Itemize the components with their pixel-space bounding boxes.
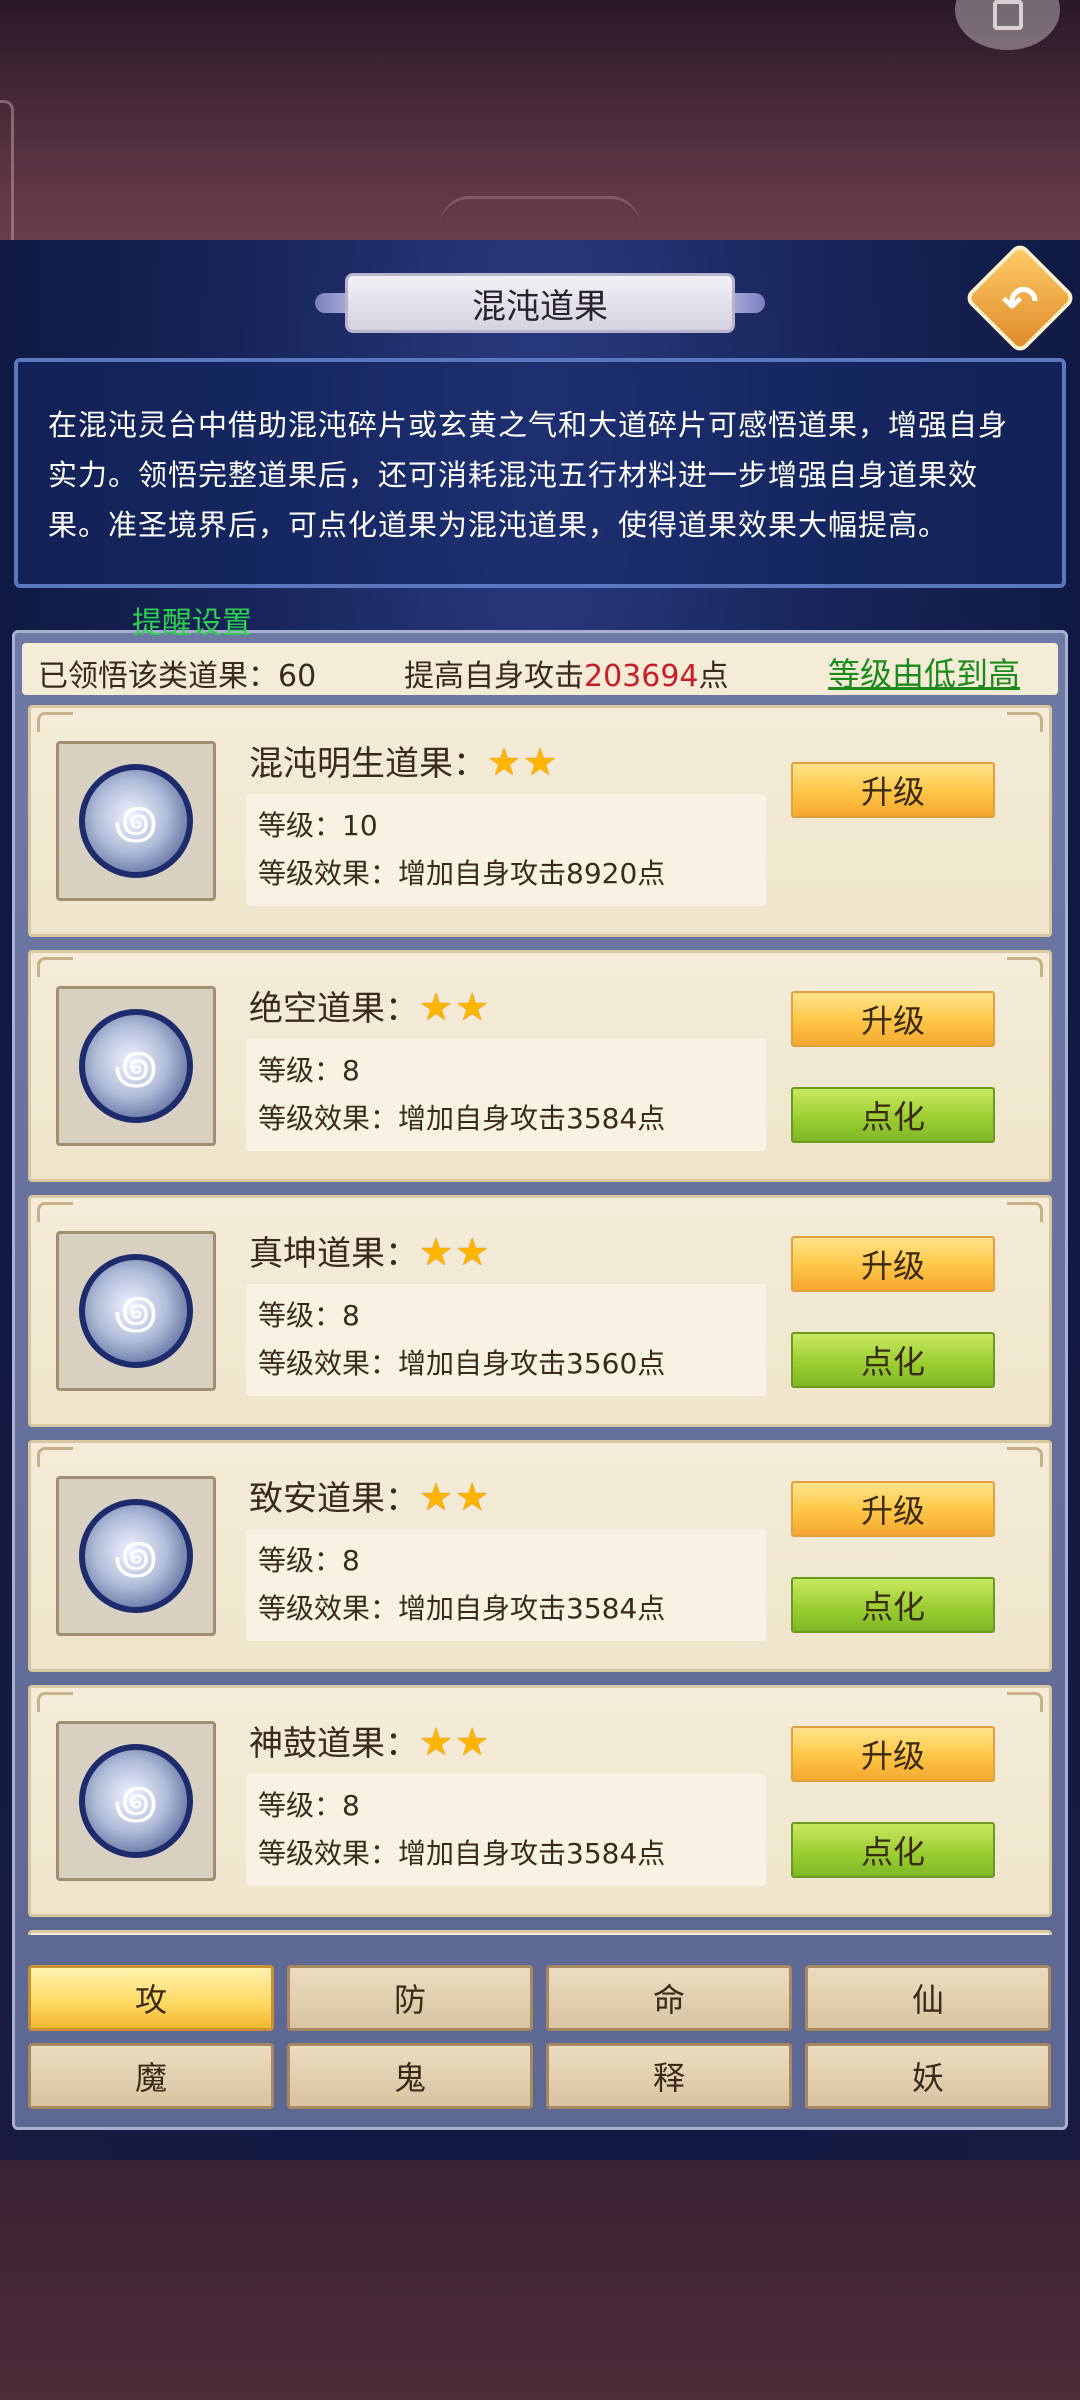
card-corner-ornament [1007,1447,1043,1467]
card-corner-ornament [1007,957,1043,977]
card-corner-ornament [37,1447,73,1467]
refine-button[interactable]: 点化 [791,1332,995,1388]
dao-fruit-orb-icon: ꩜ [79,1499,193,1613]
side-pull-tab[interactable] [0,100,14,250]
item-level: 等级：8 [258,1789,360,1822]
card-corner-ornament [37,957,73,977]
card-corner-ornament [37,1692,73,1712]
item-name-text: 混沌明生道果： [249,744,487,784]
item-name-text: 真坤道果： [249,1234,419,1274]
item-level: 等级：8 [258,1299,360,1332]
tab-fiend[interactable]: 妖 [805,2043,1051,2109]
category-tabs: 攻 防 命 仙 魔 鬼 释 妖 [28,1965,1052,2115]
refine-button[interactable]: 点化 [791,1822,995,1878]
star-rating-icon: ★★ [419,985,492,1029]
list-item: ꩜ 混沌明生道果：★★ 等级：10 等级效果：增加自身攻击8920点 升级 [28,705,1052,937]
list-item: ꩜ 致安道果：★★ 等级：8 等级效果：增加自身攻击3584点 升级 点化 [28,1440,1052,1672]
item-name: 致安道果：★★ [249,1471,491,1520]
list-item: ꩜ 真坤道果：★★ 等级：8 等级效果：增加自身攻击3560点 升级 点化 [28,1195,1052,1427]
learned-count: 已领悟该类道果：60 [38,659,317,694]
item-name-text: 神鼓道果： [249,1724,419,1764]
upgrade-button[interactable]: 升级 [791,991,995,1047]
item-info: 等级：10 等级效果：增加自身攻击8920点 [246,794,766,906]
item-name: 神鼓道果：★★ [249,1716,491,1765]
item-effect: 等级效果：增加自身攻击8920点 [258,857,666,890]
item-icon-frame[interactable]: ꩜ [56,1721,216,1881]
refine-button[interactable]: 点化 [791,1087,995,1143]
page-title: 混沌道果 [345,273,735,333]
item-name-text: 绝空道果： [249,989,419,1029]
list-item: ꩜ 神鼓道果：★★ 等级：8 等级效果：增加自身攻击3584点 升级 点化 [28,1685,1052,1917]
item-effect: 等级效果：增加自身攻击3560点 [258,1347,666,1380]
attack-bonus: 提高自身攻击203694点 [404,651,729,695]
refine-button[interactable]: 点化 [791,1577,995,1633]
back-arrow-icon[interactable]: ↶ [988,270,1052,334]
item-level: 等级：10 [258,809,378,842]
item-icon-frame[interactable]: ꩜ [56,1476,216,1636]
stats-bar: 已领悟该类道果：60 提高自身攻击203694点 等级由低到高 [22,643,1058,695]
top-ornament [440,196,640,226]
attack-bonus-prefix: 提高自身攻击 [404,659,584,694]
description-box: 在混沌灵台中借助混沌碎片或玄黄之气和大道碎片可感悟道果，增强自身实力。领悟完整道… [14,358,1066,588]
sort-order-link[interactable]: 等级由低到高 [828,649,1020,695]
dao-fruit-orb-icon: ꩜ [79,1254,193,1368]
item-level: 等级：8 [258,1544,360,1577]
item-name: 绝空道果：★★ [249,981,491,1030]
item-effect: 等级效果：增加自身攻击3584点 [258,1837,666,1870]
tab-demon[interactable]: 魔 [28,2043,274,2109]
upgrade-button[interactable]: 升级 [791,762,995,818]
tab-attack[interactable]: 攻 [28,1965,274,2031]
star-rating-icon: ★★ [419,1720,492,1764]
tab-immortal[interactable]: 仙 [805,1965,1051,2031]
dao-fruit-orb-icon: ꩜ [79,764,193,878]
item-info: 等级：8 等级效果：增加自身攻击3584点 [246,1774,766,1886]
item-icon-frame[interactable]: ꩜ [56,986,216,1146]
description-text: 在混沌灵台中借助混沌碎片或玄黄之气和大道碎片可感悟道果，增强自身实力。领悟完整道… [48,408,1009,542]
attack-bonus-value: 203694 [584,659,699,694]
item-info: 等级：8 等级效果：增加自身攻击3560点 [246,1284,766,1396]
list-item-partial [28,1930,1052,1935]
card-corner-ornament [1007,1692,1043,1712]
dao-fruit-orb-icon: ꩜ [79,1744,193,1858]
item-info: 等级：8 等级效果：增加自身攻击3584点 [246,1529,766,1641]
star-rating-icon: ★★ [419,1230,492,1274]
item-name-text: 致安道果： [249,1479,419,1519]
attack-bonus-suffix: 点 [698,659,729,694]
card-corner-ornament [37,1202,73,1222]
tab-life[interactable]: 命 [546,1965,792,2031]
star-rating-icon: ★★ [419,1475,492,1519]
card-corner-ornament [1007,1202,1043,1222]
tab-buddha[interactable]: 释 [546,2043,792,2109]
upgrade-button[interactable]: 升级 [791,1236,995,1292]
tab-ghost[interactable]: 鬼 [287,2043,533,2109]
item-icon-frame[interactable]: ꩜ [56,1231,216,1391]
reminder-settings-link[interactable]: 提醒设置 [132,598,252,642]
card-corner-ornament [37,712,73,732]
dao-fruit-list[interactable]: ꩜ 混沌明生道果：★★ 等级：10 等级效果：增加自身攻击8920点 升级 ꩜ … [28,705,1052,1935]
tab-defense[interactable]: 防 [287,1965,533,2031]
upgrade-button[interactable]: 升级 [791,1481,995,1537]
card-corner-ornament [1007,712,1043,732]
item-info: 等级：8 等级效果：增加自身攻击3584点 [246,1039,766,1151]
item-icon-frame[interactable]: ꩜ [56,741,216,901]
item-effect: 等级效果：增加自身攻击3584点 [258,1102,666,1135]
item-effect: 等级效果：增加自身攻击3584点 [258,1592,666,1625]
star-rating-icon: ★★ [487,740,560,784]
item-name: 混沌明生道果：★★ [249,736,559,785]
list-item: ꩜ 绝空道果：★★ 等级：8 等级效果：增加自身攻击3584点 升级 点化 [28,950,1052,1182]
item-name: 真坤道果：★★ [249,1226,491,1275]
dao-fruit-orb-icon: ꩜ [79,1009,193,1123]
item-level: 等级：8 [258,1054,360,1087]
bottom-backdrop [0,2160,1080,2400]
upgrade-button[interactable]: 升级 [791,1726,995,1782]
